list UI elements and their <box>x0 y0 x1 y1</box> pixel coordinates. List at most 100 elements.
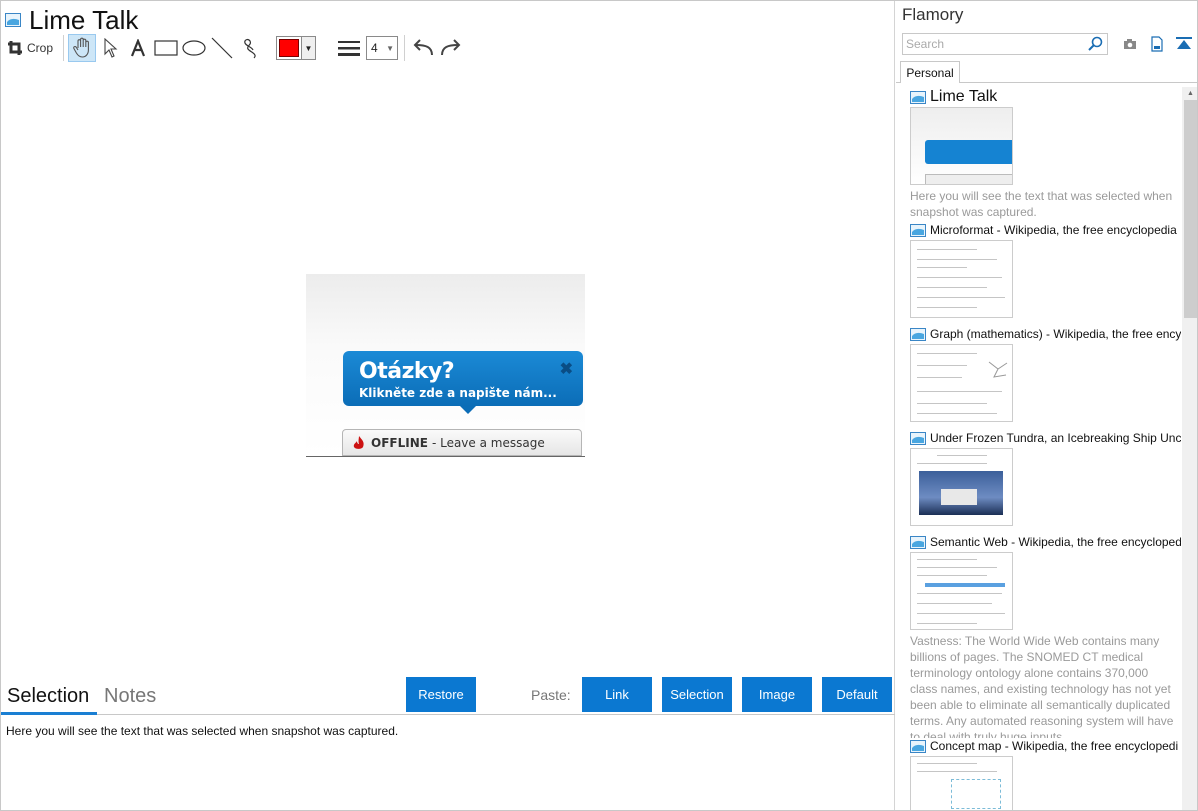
page-icon <box>910 327 926 341</box>
collapse-button[interactable] <box>1175 35 1193 53</box>
text-icon <box>130 39 146 57</box>
crop-label: Crop <box>27 41 54 55</box>
ship-shape <box>941 489 977 505</box>
flamory-sidebar: Flamory Pe <box>896 1 1197 810</box>
page-icon <box>910 90 926 104</box>
list-item-description: Vastness: The World Wide Web contains ma… <box>910 634 1174 744</box>
list-item-title: Graph (mathematics) - Wikipedia, the fre… <box>930 327 1181 341</box>
chevron-down-icon: ▼ <box>386 43 395 53</box>
page-icon <box>910 535 926 549</box>
thumbnail-highlight <box>925 583 1005 587</box>
page-icon <box>910 431 926 445</box>
thumbnail-offline-bar <box>925 174 1012 184</box>
redo-icon <box>441 39 461 56</box>
snapshot-thumbnail <box>910 552 1013 630</box>
list-item[interactable]: Lime Talk Here you will see the text tha… <box>910 89 1181 220</box>
tab-selection[interactable]: Selection <box>7 685 89 708</box>
tab-personal[interactable]: Personal <box>900 61 960 83</box>
snapshot-thumbnail <box>910 448 1013 526</box>
snapshot-list: Lime Talk Here you will see the text tha… <box>896 87 1181 810</box>
toolbar-divider <box>404 35 406 61</box>
selection-text[interactable]: Here you will see the text that was sele… <box>6 724 398 738</box>
list-item[interactable]: Graph (mathematics) - Wikipedia, the fre… <box>910 326 1181 422</box>
color-picker[interactable]: ▼ <box>276 36 317 60</box>
paste-default-button[interactable]: Default <box>822 677 892 712</box>
line-width-value[interactable]: 4 ▼ <box>366 36 399 60</box>
list-item-header: Lime Talk <box>910 89 1181 105</box>
sidebar-title: Flamory <box>902 5 964 24</box>
list-item[interactable]: Concept map - Wikipedia, the free encycl… <box>910 738 1181 810</box>
close-icon: ✖ <box>559 361 573 378</box>
list-item-header: Graph (mathematics) - Wikipedia, the fre… <box>910 326 1181 342</box>
page-icon <box>910 739 926 753</box>
search-field[interactable] <box>902 33 1108 55</box>
freehand-tool-button[interactable] <box>236 34 264 62</box>
list-item[interactable]: Semantic Web - Wikipedia, the free encyc… <box>910 534 1181 745</box>
line-tool-button[interactable] <box>208 34 236 62</box>
offline-message: - Leave a message <box>431 435 545 450</box>
rectangle-tool-button[interactable] <box>152 34 180 62</box>
crop-button[interactable]: Crop <box>7 34 59 62</box>
tab-notes[interactable]: Notes <box>104 685 156 708</box>
list-item-header: Semantic Web - Wikipedia, the free encyc… <box>910 534 1181 550</box>
ellipse-tool-button[interactable] <box>180 34 208 62</box>
camera-button[interactable] <box>1121 35 1139 53</box>
snapshot-thumbnail <box>910 756 1013 810</box>
list-item-header: Under Frozen Tundra, an Icebreaking Ship… <box>910 430 1181 446</box>
snapshot-thumbnail <box>910 240 1013 318</box>
ellipse-icon <box>182 40 206 56</box>
snapshot-image: Otázky? Klikněte zde a napište nám... ✖ … <box>306 274 585 457</box>
paste-label: Paste: <box>531 687 571 703</box>
camera-icon <box>1124 39 1136 49</box>
paste-selection-button[interactable]: Selection <box>662 677 732 712</box>
list-item[interactable]: Microformat - Wikipedia, the free encycl… <box>910 222 1181 318</box>
flame-icon <box>353 435 364 449</box>
page-button[interactable] <box>1148 35 1166 53</box>
undo-icon <box>413 39 434 56</box>
title-bar: Lime Talk <box>5 5 138 35</box>
search-input[interactable] <box>903 35 1083 53</box>
document-icon <box>1151 36 1163 52</box>
line-width-number: 4 <box>371 41 378 55</box>
graph-thumbnail-icon <box>988 361 1008 378</box>
line-width-icon <box>338 41 361 56</box>
text-tool-button[interactable] <box>124 34 152 62</box>
snapshot-thumbnail <box>910 107 1013 185</box>
rectangle-icon <box>154 40 178 56</box>
line-icon <box>211 37 233 59</box>
chat-bubble: Otázky? Klikněte zde a napište nám... ✖ <box>343 351 583 414</box>
line-width-picker[interactable]: 4 ▼ <box>338 36 399 60</box>
list-item-header: Microformat - Wikipedia, the free encycl… <box>910 222 1181 238</box>
list-item[interactable]: Under Frozen Tundra, an Icebreaking Ship… <box>910 430 1181 526</box>
paste-image-button[interactable]: Image <box>742 677 812 712</box>
restore-button[interactable]: Restore <box>406 677 476 712</box>
select-tool-button[interactable] <box>96 34 124 62</box>
eject-icon <box>1176 37 1192 49</box>
list-item-title: Semantic Web - Wikipedia, the free encyc… <box>930 535 1181 549</box>
crop-icon <box>8 41 22 55</box>
toolbar-divider <box>63 35 65 61</box>
scroll-up-icon[interactable]: ▲ <box>1182 87 1197 100</box>
search-icon[interactable] <box>1087 36 1103 52</box>
redo-button[interactable] <box>437 34 465 62</box>
selected-tab-indicator <box>1 712 97 715</box>
snapshot-title[interactable]: Lime Talk <box>29 5 138 36</box>
undo-button[interactable] <box>409 34 437 62</box>
offline-status: OFFLINE <box>371 435 428 450</box>
list-item-title: Concept map - Wikipedia, the free encycl… <box>930 739 1179 753</box>
color-swatch <box>279 39 300 57</box>
hand-tool-button[interactable] <box>68 34 97 62</box>
thumbnail-bubble <box>925 140 1012 164</box>
paste-link-button[interactable]: Link <box>582 677 652 712</box>
bubble-pointer <box>459 405 477 414</box>
scrollbar-thumb[interactable] <box>1184 100 1197 318</box>
sidebar-scrollbar[interactable]: ▲ <box>1182 87 1197 810</box>
chevron-down-icon: ▼ <box>301 37 316 59</box>
snapshot-thumbnail <box>910 344 1013 422</box>
list-item-title: Microformat - Wikipedia, the free encycl… <box>930 223 1177 237</box>
page-icon <box>910 223 926 237</box>
offline-bar: OFFLINE - Leave a message <box>342 429 582 456</box>
drawing-toolbar: Crop ▼ 4 ▼ <box>7 34 465 62</box>
list-item-title: Under Frozen Tundra, an Icebreaking Ship… <box>930 431 1181 445</box>
list-item-description: Here you will see the text that was sele… <box>910 189 1173 219</box>
